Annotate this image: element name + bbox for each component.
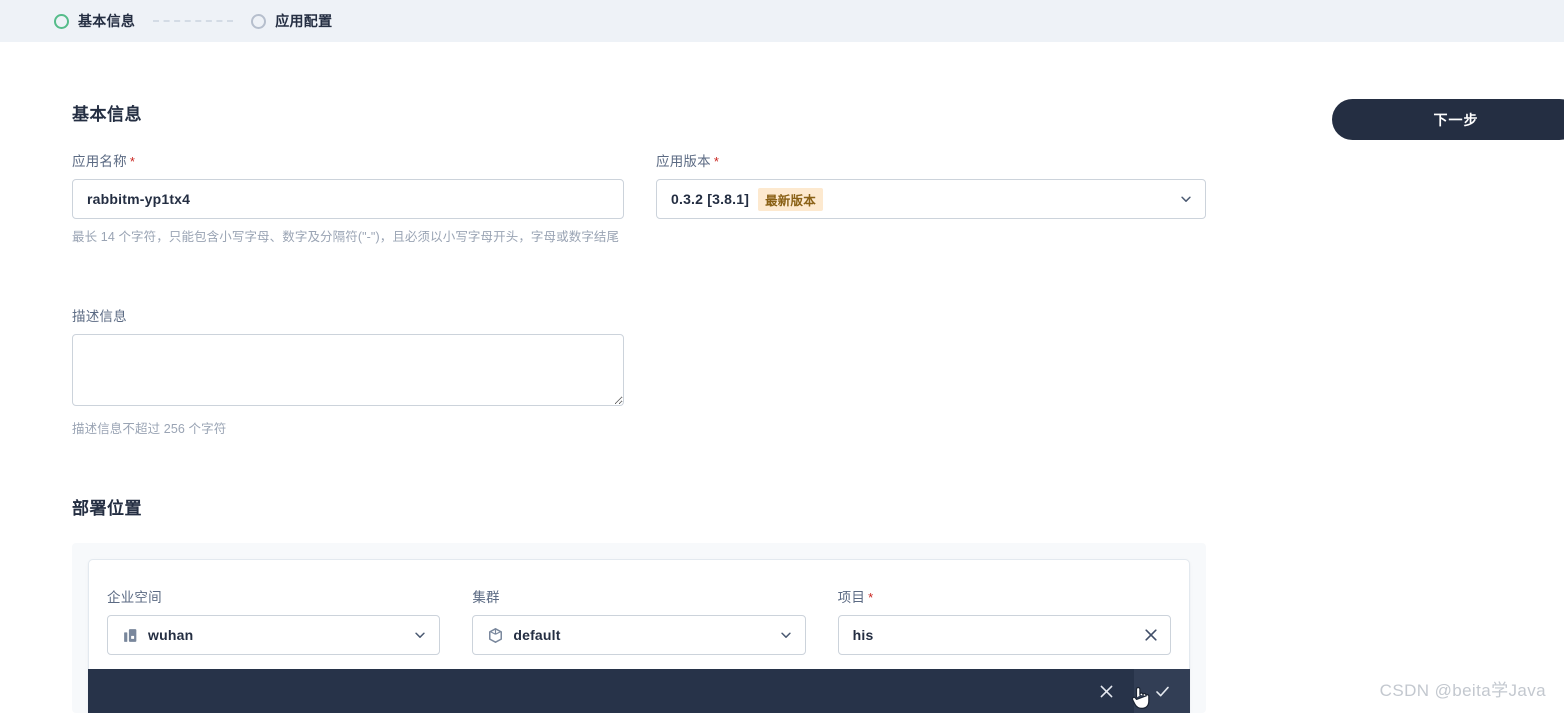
- chevron-down-icon: [1181, 196, 1191, 202]
- app-version-value-wrap: 0.3.2 [3.8.1] 最新版本: [671, 187, 1179, 211]
- stepper-bar: 基本信息 应用配置: [0, 0, 1564, 42]
- description-hint: 描述信息不超过 256 个字符: [72, 422, 227, 436]
- project-input-wrap: [837, 615, 1171, 655]
- stepper-connector: [153, 20, 234, 22]
- circle-outline-icon: [54, 13, 69, 29]
- field-project: 项目 *: [837, 586, 1171, 655]
- description-label: 描述信息: [72, 309, 127, 324]
- cluster-select[interactable]: default: [472, 615, 806, 655]
- project-label: 项目 *: [838, 586, 1171, 606]
- close-icon: [1100, 685, 1112, 697]
- chevron-down-icon: [415, 632, 426, 638]
- cluster-label: 集群: [472, 590, 500, 605]
- step-app-config[interactable]: 应用配置: [251, 11, 332, 31]
- app-version-value: 0.3.2 [3.8.1]: [671, 191, 750, 207]
- project-input[interactable]: [837, 615, 1171, 655]
- chevron-down-icon: [780, 632, 791, 638]
- required-indicator: *: [868, 590, 874, 605]
- watermark: CSDN @beita学Java: [1379, 681, 1546, 700]
- description-textarea[interactable]: [72, 334, 624, 406]
- confirm-button[interactable]: [1134, 669, 1190, 713]
- latest-version-badge: 最新版本: [758, 187, 823, 211]
- cluster-value: default: [513, 627, 561, 643]
- step-app-config-label: 应用配置: [275, 13, 333, 29]
- workspace-select[interactable]: wuhan: [107, 615, 441, 655]
- form-area: 基本信息 应用名称* 最长 14 个字符，只能包含小写字母、数字及分隔符("-"…: [0, 42, 1564, 713]
- stepper: 基本信息 应用配置: [54, 11, 332, 31]
- required-indicator: *: [129, 154, 136, 169]
- app-name-input[interactable]: [72, 179, 624, 219]
- field-description: 描述信息 描述信息不超过 256 个字符: [72, 305, 624, 439]
- workspace-icon: [124, 628, 137, 642]
- required-indicator: *: [713, 154, 720, 169]
- workspace-value-wrap: wuhan: [122, 627, 413, 644]
- cancel-button[interactable]: [1078, 669, 1134, 713]
- cluster-cube-icon: [489, 627, 503, 643]
- bottom-action-bar: [88, 669, 1190, 713]
- deploy-fields-grid: 企业空间 wuhan 集群 default 项目 * his: [89, 560, 1189, 655]
- step-basic-info[interactable]: 基本信息: [54, 11, 135, 31]
- field-app-name: 应用名称* 最长 14 个字符，只能包含小写字母、数字及分隔符("-")，且必须…: [72, 150, 624, 247]
- app-version-select[interactable]: 0.3.2 [3.8.1] 最新版本: [656, 179, 1206, 219]
- app-name-label: 应用名称 *: [72, 150, 624, 170]
- clear-project-button[interactable]: [1143, 627, 1159, 643]
- field-cluster: 集群 default: [472, 586, 806, 655]
- step-basic-info-label: 基本信息: [78, 13, 136, 29]
- close-icon: [1145, 629, 1157, 641]
- check-icon: [1155, 686, 1169, 696]
- circle-outline-icon: [251, 13, 267, 29]
- section-title-deploy-location: 部署位置: [72, 499, 142, 518]
- section-title-basic-info: 基本信息: [72, 105, 142, 124]
- workspace-label: 企业空间: [107, 590, 162, 605]
- field-app-version: 应用版本 * 0.3.2 [3.8.1] 最新版本: [656, 150, 1206, 219]
- app-name-label-text: 应用名称: [72, 154, 127, 169]
- app-name-hint: 最长 14 个字符，只能包含小写字母、数字及分隔符("-")，且必须以小写字母开…: [72, 230, 620, 244]
- workspace-value: wuhan: [148, 627, 194, 643]
- field-workspace: 企业空间 wuhan: [107, 586, 441, 655]
- cluster-value-wrap: default: [487, 627, 778, 644]
- app-version-label: 应用版本 *: [656, 150, 1206, 170]
- app-version-label-text: 应用版本: [656, 154, 711, 169]
- project-label-text: 项目: [837, 590, 866, 605]
